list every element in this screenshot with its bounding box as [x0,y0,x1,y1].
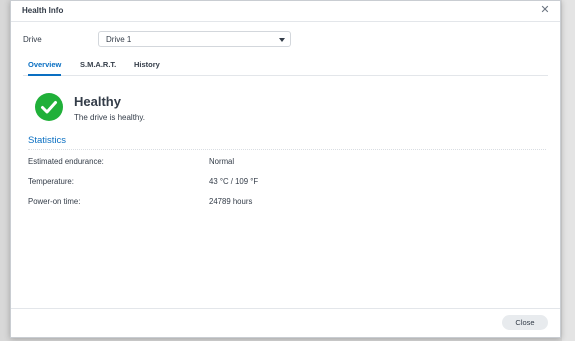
status-title: Healthy [74,94,121,109]
health-info-dialog: Health Info ✕ Drive Drive 1 Overview S.M… [10,0,561,338]
drive-select[interactable]: Drive 1 [98,31,291,47]
tab-history[interactable]: History [134,60,160,74]
drive-select-value: Drive 1 [106,35,132,44]
stat-value: 43 °C / 109 °F [209,177,259,186]
stat-label: Temperature: [28,177,74,186]
dialog-titlebar: Health Info ✕ [11,1,560,22]
stat-label: Power-on time: [28,197,81,206]
tab-bar: Overview S.M.A.R.T. History [23,55,548,76]
stat-value: 24789 hours [209,197,253,206]
background-edge [562,0,575,341]
tab-overview[interactable]: Overview [28,60,62,76]
stat-row-temperature: Temperature: 43 °C / 109 °F [28,177,428,189]
drive-selector-row: Drive Drive 1 [23,31,291,49]
drive-label: Drive [23,35,42,44]
dialog-footer: Close [11,308,560,337]
check-circle-icon [35,93,63,121]
stat-label: Estimated endurance: [28,157,104,166]
statistics-heading: Statistics [28,135,67,146]
tab-smart[interactable]: S.M.A.R.T. [80,60,116,74]
status-description: The drive is healthy. [74,113,145,122]
dialog-title: Health Info [22,6,64,15]
stat-row-power-on: Power-on time: 24789 hours [28,197,428,209]
section-divider [28,149,546,150]
stat-row-endurance: Estimated endurance: Normal [28,157,428,169]
close-icon[interactable]: ✕ [538,3,552,17]
chevron-down-icon [279,38,285,42]
close-button[interactable]: Close [502,315,548,330]
stat-value: Normal [209,157,235,166]
